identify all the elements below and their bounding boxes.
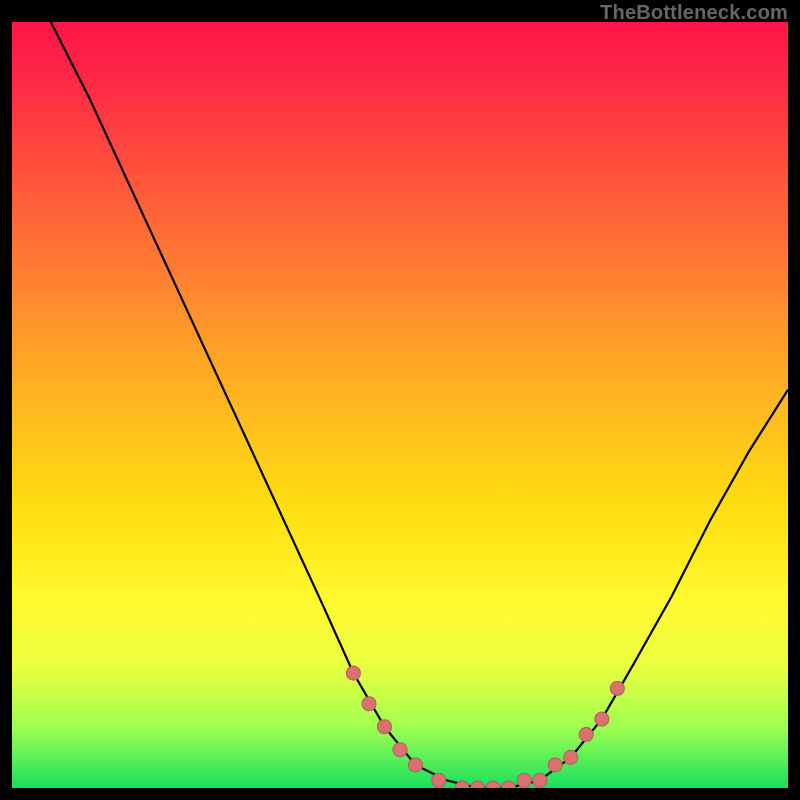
data-marker xyxy=(409,758,423,772)
data-marker xyxy=(517,773,531,787)
plot-area xyxy=(12,22,788,788)
data-marker xyxy=(471,781,485,788)
data-marker xyxy=(346,666,360,680)
data-marker xyxy=(533,773,547,787)
data-marker xyxy=(362,697,376,711)
data-marker xyxy=(486,781,500,788)
data-marker xyxy=(378,720,392,734)
data-marker xyxy=(564,750,578,764)
bottleneck-curve xyxy=(12,22,788,788)
chart-frame: TheBottleneck.com xyxy=(0,0,800,800)
data-marker xyxy=(548,758,562,772)
data-marker xyxy=(432,773,446,787)
data-marker xyxy=(393,743,407,757)
data-marker xyxy=(502,781,516,788)
data-marker xyxy=(579,727,593,741)
data-marker xyxy=(595,712,609,726)
data-marker xyxy=(610,681,624,695)
